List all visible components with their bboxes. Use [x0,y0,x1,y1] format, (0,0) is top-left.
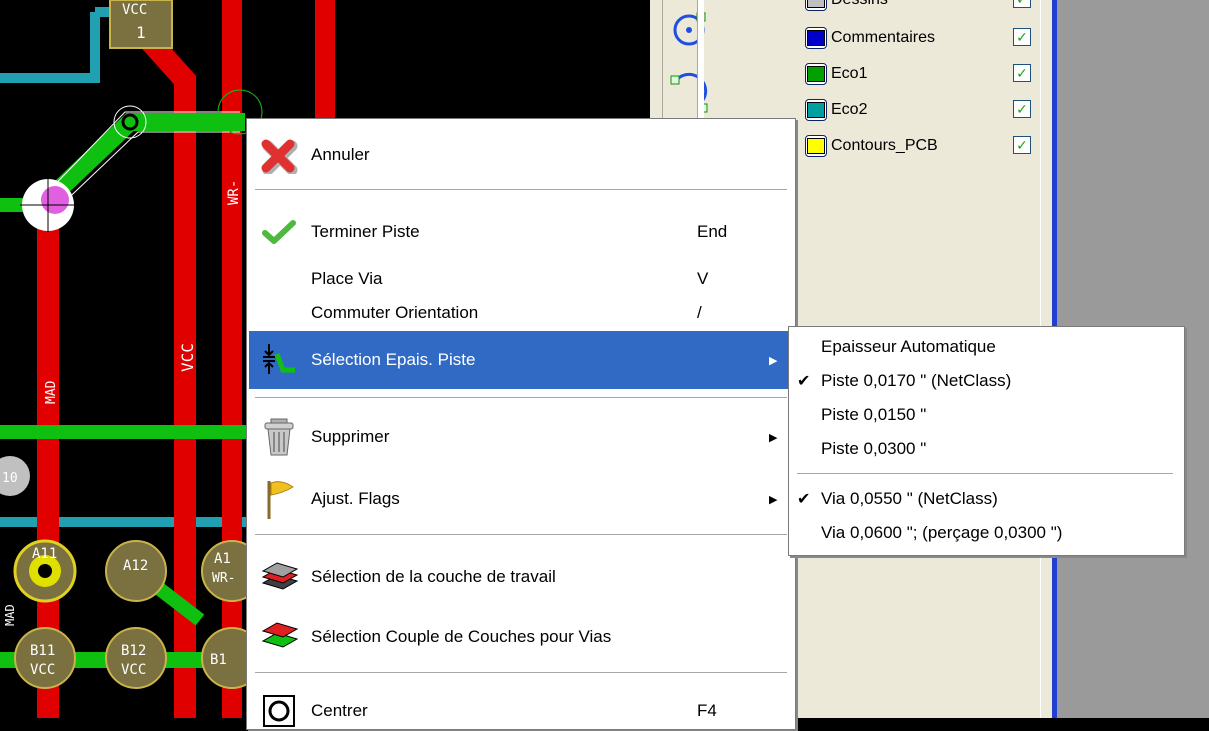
pad-label-1: 1 [136,23,146,42]
menu-item-commuter-orientation[interactable]: Commuter Orientation / [249,295,793,331]
cancel-x-icon [259,135,299,175]
menu-item-label: Centrer [311,701,368,720]
submenu-item-label: Via 0,0600 "; (perçage 0,0300 ") [821,523,1063,542]
menu-separator [255,189,787,191]
menu-item-selection-couple[interactable]: Sélection Couple de Couches pour Vias [249,619,793,655]
menu-shortcut: End [697,222,728,241]
checkmark-icon [259,212,299,252]
menu-item-label: Sélection Couple de Couches pour Vias [311,627,612,646]
layer-pair-icon [259,617,299,657]
menu-item-supprimer[interactable]: Supprimer ▶ [249,417,793,457]
layer-row-contours-pcb[interactable]: Contours_PCB ✓ [805,132,1031,160]
layer-visible-checkbox[interactable]: ✓ [1013,100,1031,118]
menu-item-label: Commuter Orientation [311,303,479,322]
submenu-item-label: Via 0,0550 " (NetClass) [821,489,998,508]
layer-swatch[interactable] [805,27,827,49]
submenu-item-piste-0150[interactable]: Piste 0,0150 " [791,399,1181,431]
pad-label-a11: A11 [32,546,57,562]
layer-row-eco2[interactable]: Eco2 ✓ [805,96,1031,124]
menu-separator [255,672,787,674]
layer-visible-checkbox[interactable]: ✓ [1013,136,1031,154]
layer-visible-checkbox[interactable]: ✓ [1013,64,1031,82]
track-label-vcc: VCC [178,343,197,372]
layer-row-dessins[interactable]: Dessins ✓ [805,0,1031,14]
submenu-item-piste-0170[interactable]: ✔ Piste 0,0170 " (NetClass) [791,365,1181,397]
layer-visible-checkbox[interactable]: ✓ [1013,0,1031,8]
track-label-mad: MAD [44,380,59,404]
layers-stack-icon [259,557,299,597]
layer-row-commentaires[interactable]: Commentaires ✓ [805,24,1031,52]
submenu-item-label: Epaisseur Automatique [821,337,996,356]
menu-item-label: Terminer Piste [311,222,420,241]
layer-name: Dessins [831,0,888,9]
menu-shortcut: / [697,303,702,322]
layer-swatch[interactable] [805,99,827,121]
menu-item-selection-couche[interactable]: Sélection de la couche de travail [249,559,793,595]
context-menu: Annuler Terminer Piste End Place Via V C… [246,118,796,730]
menu-item-terminer-piste[interactable]: Terminer Piste End [249,214,793,250]
track-width-icon [259,340,299,380]
pad-label-vcc-b11: VCC [30,662,55,678]
pad-a11-hole [38,564,52,578]
track-label-mad-bottom: MAD [3,604,17,626]
menu-item-centrer[interactable]: Centrer F4 [249,693,793,729]
pad-label-b12: B12 [121,643,146,659]
pad-label-vcc: VCC [122,2,147,18]
pad-label-a12: A12 [123,558,148,574]
submenu-arrow-icon: ▶ [769,431,778,444]
pad-label-wr-a13: WR- [212,571,235,586]
menu-item-selection-epais-piste[interactable]: Sélection Epais. Piste ▶ [249,331,793,389]
pad-label-a13: A1 [214,551,231,567]
pad-label-b13: B1 [210,652,227,668]
track-width-submenu: Epaisseur Automatique ✔ Piste 0,0170 " (… [788,326,1185,556]
menu-shortcut: V [697,269,709,288]
submenu-arrow-icon: ▶ [769,354,778,367]
menu-item-label: Ajust. Flags [311,489,400,508]
submenu-item-via-0600[interactable]: Via 0,0600 "; (perçage 0,0300 ") [791,517,1181,549]
menu-item-place-via[interactable]: Place Via V [249,261,793,297]
submenu-item-epaisseur-auto[interactable]: Epaisseur Automatique [791,331,1181,363]
layer-swatch[interactable] [805,135,827,157]
trash-icon [259,417,299,457]
pad-label-b11: B11 [30,643,55,659]
checkmark-icon: ✔ [797,373,811,390]
submenu-item-label: Piste 0,0150 " [821,405,927,424]
menu-item-annuler[interactable]: Annuler [249,135,793,175]
menu-separator [255,397,787,399]
center-icon [259,691,299,731]
track-label-wr: WR- [226,180,242,205]
pad-label-10: 10 [2,471,18,486]
submenu-arrow-icon: ▶ [769,493,778,506]
submenu-item-label: Piste 0,0170 " (NetClass) [821,371,1012,390]
layer-name: Contours_PCB [831,137,938,154]
layer-row-eco1[interactable]: Eco1 ✓ [805,60,1031,88]
menu-item-label: Place Via [311,269,383,288]
menu-shortcut: F4 [697,701,717,720]
submenu-item-label: Piste 0,0300 " [821,439,927,458]
menu-item-ajust-flags[interactable]: Ajust. Flags ▶ [249,479,793,519]
menu-item-label: Sélection Epais. Piste [311,350,476,369]
via-pink [41,186,69,214]
layer-swatch[interactable] [805,0,827,11]
submenu-item-via-0550[interactable]: ✔ Via 0,0550 " (NetClass) [791,483,1181,515]
submenu-item-piste-0300[interactable]: Piste 0,0300 " [791,433,1181,465]
menu-separator [255,534,787,536]
flag-icon [259,479,299,519]
layer-name: Commentaires [831,29,936,46]
menu-item-label: Sélection de la couche de travail [311,567,556,586]
menu-item-label: Supprimer [311,427,390,446]
layer-name: Eco2 [831,101,868,118]
checkmark-icon: ✔ [797,491,811,508]
layer-swatch[interactable] [805,63,827,85]
menu-item-label: Annuler [311,145,370,164]
layer-name: Eco1 [831,65,868,82]
pad-label-vcc-b12: VCC [121,662,146,678]
layer-visible-checkbox[interactable]: ✓ [1013,28,1031,46]
submenu-separator [797,473,1173,475]
